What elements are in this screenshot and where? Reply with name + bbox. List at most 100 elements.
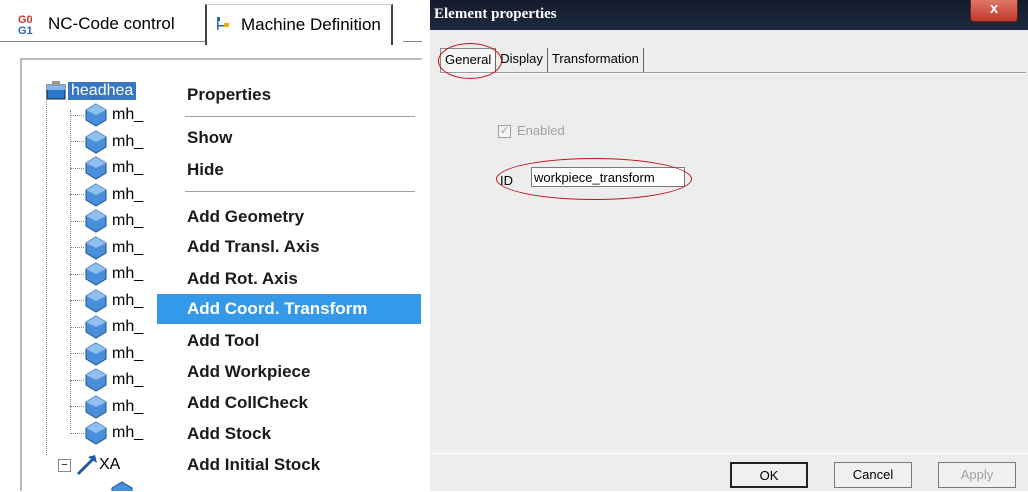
geometry-node-icon [85, 235, 107, 260]
geometry-node-icon [85, 103, 107, 127]
tree-node[interactable]: mh_ [70, 129, 143, 155]
menu-item-add-tool[interactable]: Add Tool [157, 326, 421, 356]
cancel-button[interactable]: Cancel [834, 462, 912, 488]
tree-connector [70, 273, 84, 275]
tree-connector [70, 194, 84, 195]
tree-node-label: mh_ [112, 106, 144, 123]
panel-divider [422, 0, 430, 491]
tree-connector [70, 300, 84, 301]
geometry-node-icon [85, 341, 107, 366]
collapse-icon[interactable]: − [58, 458, 71, 472]
tab-machine-definition[interactable]: Machine Definition [205, 4, 393, 45]
geometry-node-icon [85, 262, 107, 286]
tree-node[interactable]: mh_ [70, 155, 143, 181]
tree-connector [70, 406, 84, 407]
tree-node[interactable]: mh_ [70, 102, 143, 128]
menu-separator [185, 191, 415, 192]
tree-connector [70, 167, 84, 169]
tree-root[interactable]: headhea [44, 78, 137, 104]
tree-connector [46, 90, 47, 455]
geometry-node-icon [85, 368, 107, 392]
tab-transformation[interactable]: Transformation [547, 48, 644, 72]
panel-tabs: G0 G1 NC-Code control Machine Definition [0, 0, 422, 45]
menu-item-add-initial-stock[interactable]: Add Initial Stock [157, 450, 421, 480]
menu-item-properties[interactable]: Properties [157, 80, 421, 110]
tab-nc-code-control[interactable]: G0 G1 NC-Code control [18, 6, 175, 42]
tree-node[interactable]: mh_ [70, 288, 143, 314]
svg-text:G1: G1 [18, 25, 33, 35]
tree-root-label: headhea [68, 82, 137, 100]
menu-item-add-coord-transform[interactable]: Add Coord. Transform [157, 294, 421, 324]
tree-node[interactable]: mh_ [70, 367, 143, 393]
tree-node-label: mh_ [112, 397, 144, 415]
enabled-checkbox[interactable]: ✓ [498, 125, 511, 138]
tree-axis-node[interactable]: − XA [58, 452, 120, 478]
geometry-node-icon [85, 315, 107, 339]
tree-connector [70, 247, 84, 248]
menu-item-show[interactable]: Show [157, 123, 421, 153]
tree-node-label: mh_ [112, 318, 144, 335]
tree-node[interactable]: mh_ [70, 261, 143, 287]
tab-divider [403, 41, 422, 42]
axis-arrow-icon [76, 455, 97, 476]
tree-node-label: mh_ [112, 291, 144, 309]
tree-node[interactable]: mh_ [70, 420, 143, 446]
machine-tree-icon [217, 17, 229, 30]
tree-node-label: mh_ [112, 212, 144, 229]
annotation-circle-general-tab [438, 43, 502, 79]
close-icon: x [989, 0, 999, 17]
tree-connector [70, 141, 84, 142]
menu-item-add-collcheck[interactable]: Add CollCheck [157, 388, 421, 418]
geometry-node-icon [85, 182, 107, 207]
tree-axis-label: XA [99, 456, 121, 473]
geometry-node-icon [85, 209, 107, 233]
tree-connector [70, 432, 84, 434]
annotation-circle-id-field [496, 158, 692, 200]
tree-node[interactable]: mh_ [70, 182, 143, 208]
menu-item-add-transl-axis[interactable]: Add Transl. Axis [157, 232, 421, 262]
tree-node-label: mh_ [112, 424, 144, 441]
ok-button[interactable]: OK [730, 462, 808, 488]
geometry-node-icon [85, 288, 107, 313]
dialog-title-bar: Element properties x [430, 0, 1028, 30]
tree-node-label: mh_ [112, 132, 144, 150]
menu-item-add-rot-axis[interactable]: Add Rot. Axis [157, 264, 421, 294]
tree-node-label: mh_ [112, 238, 144, 256]
context-menu: Properties Show Hide Add Geometry Add Tr… [157, 68, 421, 491]
geometry-node-icon [111, 481, 133, 491]
tab-baseline [440, 72, 1026, 74]
menu-item-add-geometry[interactable]: Add Geometry [157, 202, 421, 232]
menu-item-hide[interactable]: Hide [157, 155, 421, 185]
nc-code-icon: G0 G1 [18, 14, 33, 35]
tree-connector [70, 353, 84, 354]
tree-node[interactable]: mh_ [70, 394, 143, 420]
tree-node[interactable]: mh_ [70, 208, 143, 234]
tab-label: NC-Code control [48, 14, 175, 33]
tree-node-label: mh_ [112, 185, 144, 203]
dialog-title: Element properties [434, 6, 557, 22]
menu-item-add-workpiece[interactable]: Add Workpiece [157, 357, 421, 387]
close-button[interactable]: x [970, 0, 1018, 22]
tree-connector [70, 326, 84, 328]
tree-node[interactable]: mh_ [70, 314, 143, 340]
tree-connector [70, 379, 84, 381]
element-properties-dialog: Element properties x General Display Tra… [430, 0, 1028, 491]
tab-divider [0, 41, 205, 42]
geometry-node-icon [85, 129, 107, 154]
tab-label: Machine Definition [241, 15, 381, 34]
tree-node-label: mh_ [112, 344, 144, 362]
menu-item-add-stock[interactable]: Add Stock [157, 419, 421, 449]
tree-node-label: mh_ [112, 265, 144, 282]
tree-connector [70, 220, 84, 222]
geometry-node-icon [85, 394, 107, 419]
apply-button[interactable]: Apply [938, 462, 1016, 488]
menu-separator [185, 116, 415, 117]
tree-node[interactable]: mh_ [70, 235, 143, 261]
tab-display[interactable]: Display [496, 48, 548, 72]
tree-node-label: mh_ [112, 159, 144, 176]
tree-node[interactable] [110, 480, 134, 491]
tree-connector [70, 114, 84, 116]
tree-node[interactable]: mh_ [70, 341, 143, 367]
enabled-label: Enabled [517, 123, 565, 138]
machine-tree-panel: G0 G1 NC-Code control Machine Definition [0, 0, 422, 491]
